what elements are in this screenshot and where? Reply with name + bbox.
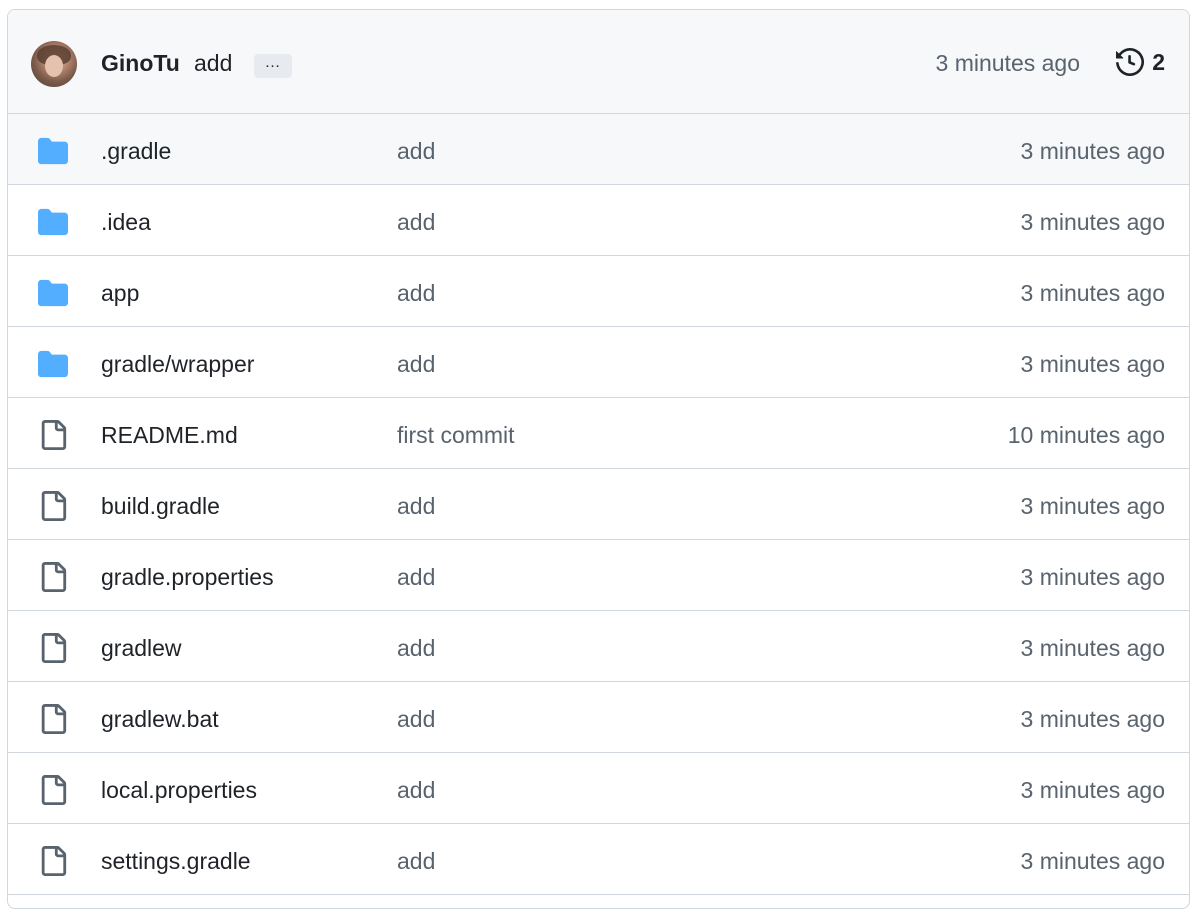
file-row[interactable]: gradlew add 3 minutes ago	[8, 611, 1189, 682]
commit-time: 3 minutes ago	[1020, 493, 1165, 519]
file-row[interactable]: .gradle add 3 minutes ago	[8, 114, 1189, 185]
commit-message-link[interactable]: add	[397, 706, 435, 733]
commit-message-link[interactable]: add	[397, 280, 435, 307]
commit-message-link[interactable]: add	[397, 493, 435, 520]
file-name-link[interactable]: settings.gradle	[101, 848, 251, 875]
file-icon	[38, 775, 68, 805]
file-browser: GinoTu add … 3 minutes ago 2 .gradle add 3…	[7, 9, 1190, 909]
file-icon	[38, 562, 68, 592]
expand-commit-message-button[interactable]: …	[254, 54, 292, 78]
commit-message-link[interactable]: add	[397, 209, 435, 236]
commit-message-link[interactable]: add	[397, 138, 435, 165]
file-row[interactable]: .idea add 3 minutes ago	[8, 185, 1189, 256]
file-name-link[interactable]: gradlew.bat	[101, 706, 219, 733]
avatar-face	[45, 55, 63, 77]
commit-time: 10 minutes ago	[1007, 422, 1165, 448]
latest-commit-header: GinoTu add … 3 minutes ago 2	[8, 10, 1189, 114]
file-icon	[38, 704, 68, 734]
history-link[interactable]: 2	[1116, 48, 1165, 76]
commit-time: 3 minutes ago	[1020, 209, 1165, 235]
commit-time[interactable]: 3 minutes ago	[936, 50, 1080, 77]
commit-author-link[interactable]: GinoTu	[101, 50, 180, 77]
commit-time: 3 minutes ago	[1020, 706, 1165, 732]
commit-time: 3 minutes ago	[1020, 138, 1165, 164]
avatar[interactable]	[31, 41, 77, 87]
file-row[interactable]: build.gradle add 3 minutes ago	[8, 469, 1189, 540]
commit-message-link[interactable]: first commit	[397, 422, 515, 449]
commit-time: 3 minutes ago	[1020, 848, 1165, 874]
file-icon	[38, 420, 68, 450]
file-row[interactable]: app add 3 minutes ago	[8, 256, 1189, 327]
file-icon	[38, 491, 68, 521]
commit-message-link[interactable]: add	[397, 777, 435, 804]
commit-count: 2	[1152, 48, 1165, 75]
history-icon	[1116, 48, 1145, 76]
folder-icon	[38, 349, 68, 379]
file-list: .gradle add 3 minutes ago .idea add 3 minutes…	[8, 114, 1189, 895]
commit-time: 3 minutes ago	[1020, 777, 1165, 803]
file-name-link[interactable]: .gradle	[101, 138, 171, 165]
commit-time: 3 minutes ago	[1020, 635, 1165, 661]
file-name-link[interactable]: build.gradle	[101, 493, 220, 520]
file-row[interactable]: gradle.properties add 3 minutes ago	[8, 540, 1189, 611]
file-row[interactable]: README.md first commit 10 minutes ago	[8, 398, 1189, 469]
file-name-link[interactable]: app	[101, 280, 139, 307]
commit-message-link[interactable]: add	[397, 848, 435, 875]
file-row[interactable]: gradle/wrapper add 3 minutes ago	[8, 327, 1189, 398]
file-name-link[interactable]: gradle/wrapper	[101, 351, 254, 378]
commit-message-link[interactable]: add	[397, 351, 435, 378]
folder-icon	[38, 207, 68, 237]
file-icon	[38, 846, 68, 876]
file-row[interactable]: settings.gradle add 3 minutes ago	[8, 824, 1189, 895]
commit-time: 3 minutes ago	[1020, 351, 1165, 377]
folder-icon	[38, 136, 68, 166]
commit-time: 3 minutes ago	[1020, 564, 1165, 590]
commit-time: 3 minutes ago	[1020, 280, 1165, 306]
file-name-link[interactable]: gradle.properties	[101, 564, 274, 591]
file-name-link[interactable]: gradlew	[101, 635, 182, 662]
folder-icon	[38, 278, 68, 308]
commit-message-link[interactable]: add	[397, 564, 435, 591]
file-name-link[interactable]: local.properties	[101, 777, 257, 804]
file-name-link[interactable]: .idea	[101, 209, 151, 236]
file-row[interactable]: gradlew.bat add 3 minutes ago	[8, 682, 1189, 753]
file-icon	[38, 633, 68, 663]
file-row[interactable]: local.properties add 3 minutes ago	[8, 753, 1189, 824]
commit-message-link[interactable]: add	[194, 50, 232, 77]
file-name-link[interactable]: README.md	[101, 422, 238, 449]
commit-message-link[interactable]: add	[397, 635, 435, 662]
